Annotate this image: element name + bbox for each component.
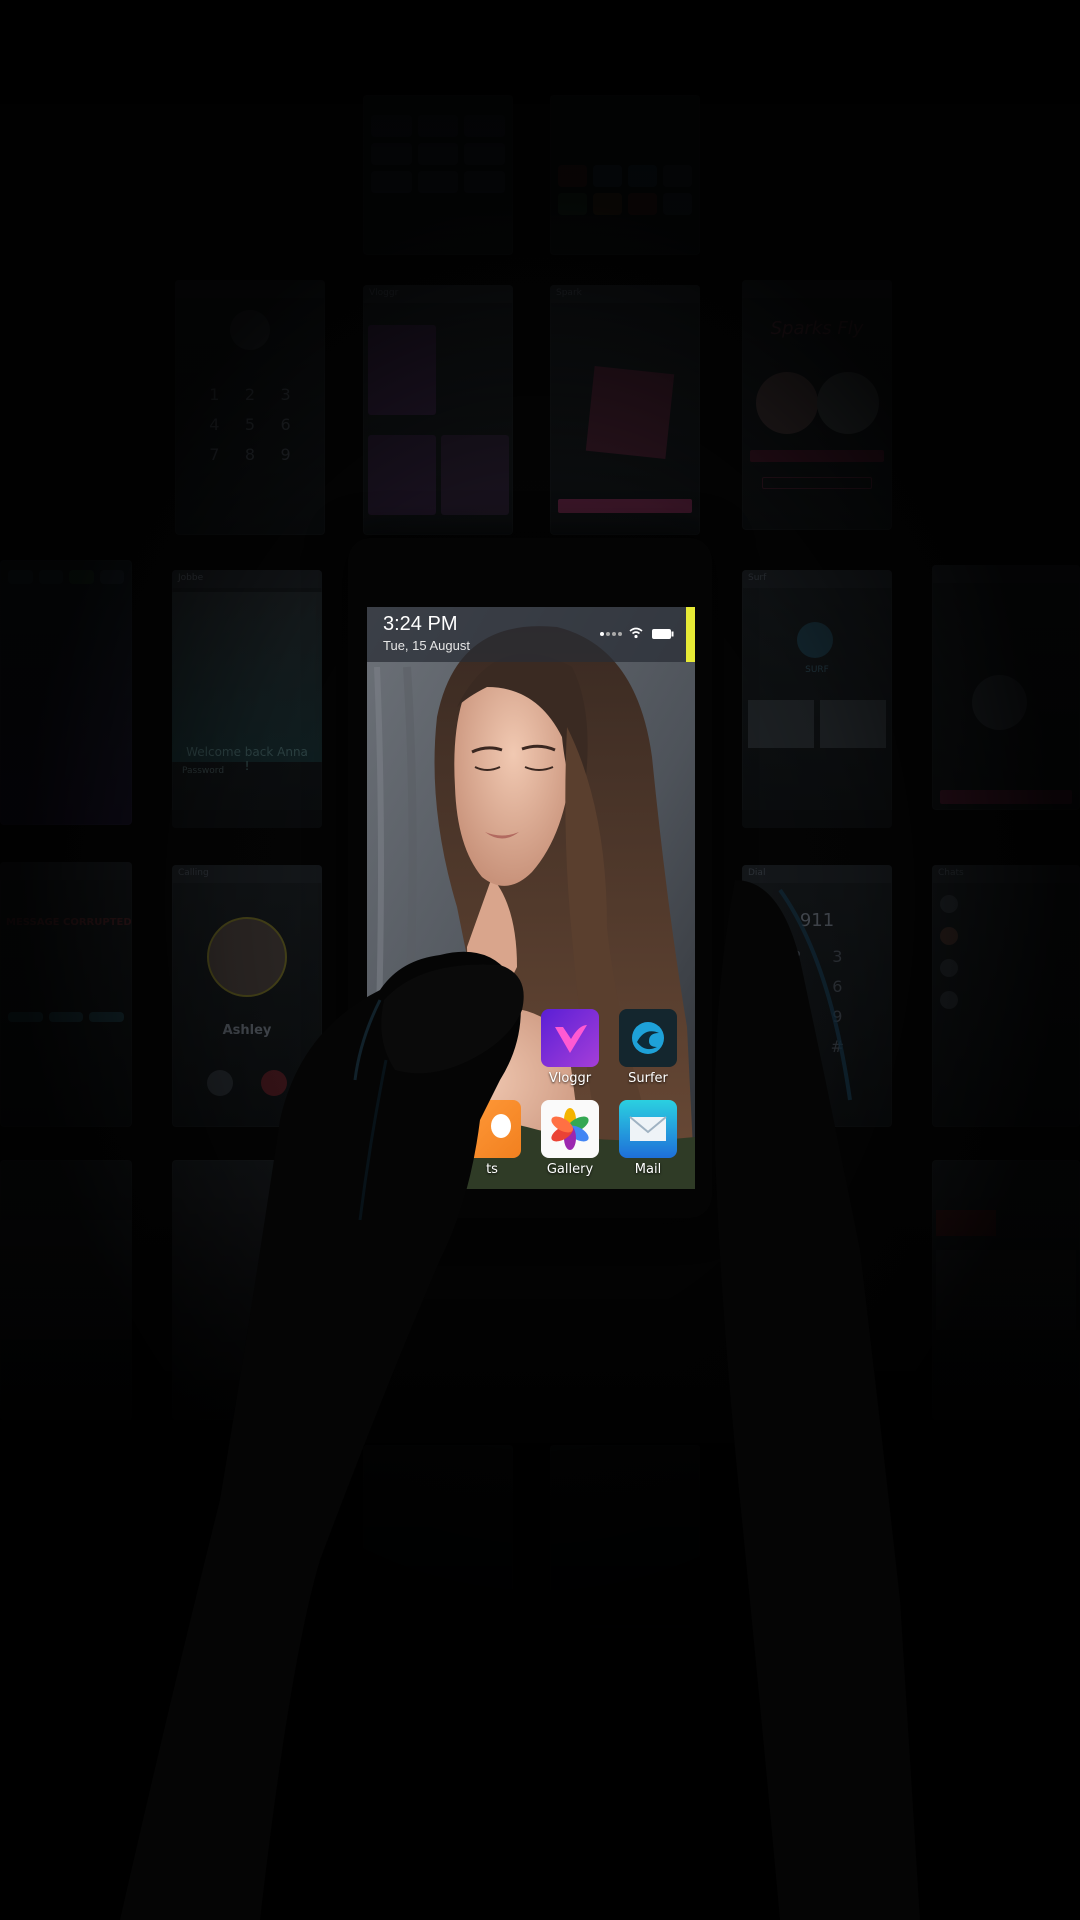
chats-bubble-icon: [463, 1100, 521, 1158]
bg-screen-sparks-fly: Sparks Fly: [742, 280, 892, 530]
bg-surf-logo: SURF: [805, 665, 829, 675]
bg-jobbe-title: Jobbe: [172, 570, 322, 588]
bg-screen-keypad: 1 2 3 4 5 6 7 8 9: [175, 280, 325, 535]
bg-screen-chat-list: [0, 560, 132, 825]
app-spark-label: Sp: [405, 1071, 423, 1086]
app-gallery-label: Gallery: [546, 1162, 594, 1177]
bg-screen-row5-2: [550, 1445, 700, 1695]
bg-dial-row-2: 5 6: [791, 977, 843, 996]
bg-calling-title: Calling: [172, 865, 322, 883]
bg-chats-title: Chats: [932, 865, 1080, 883]
phone-home-screen: 3:24 PM Tue, 15 August Sp Vloggr Surfer …: [367, 607, 695, 1189]
bg-screen-spark-camera: Spark: [550, 285, 700, 535]
bg-screen-chats: Chats: [932, 865, 1080, 1127]
accent-strip: [686, 607, 695, 662]
bg-dial-row-1: 2 3: [791, 947, 843, 966]
bg-screen-dial: Dial 911 2 3 5 6 8 9 0 #: [742, 865, 892, 1127]
bg-screen-top-1: [363, 95, 513, 255]
bg-dial-row-4: 0 #: [789, 1037, 845, 1056]
bg-screen-row4-2: [172, 1160, 322, 1420]
spark-heart-icon: [385, 1009, 443, 1067]
bg-screen-corrupted: MESSAGE CORRUPTED: [0, 862, 132, 1127]
bg-screen-row4-3: [932, 1160, 1080, 1420]
gallery-flower-icon: [541, 1100, 599, 1158]
bg-screen-surf: Surf SURF: [742, 570, 892, 828]
bg-spark-title: Spark: [550, 285, 700, 303]
bg-sparks-fly-text: Sparks Fly: [770, 318, 864, 339]
app-gallery[interactable]: Gallery: [535, 1100, 605, 1177]
bg-surf-title: Surf: [742, 570, 892, 588]
bg-screen-top-2: [550, 95, 700, 255]
bg-calling-name: Ashley: [222, 1023, 272, 1038]
bg-dial-row-3: 8 9: [791, 1007, 843, 1026]
bg-screen-row4-1: [0, 1160, 132, 1420]
bg-dial-number: 911: [799, 910, 835, 931]
app-chats-label: ts: [486, 1162, 498, 1177]
bg-jobbe-password: Password: [182, 766, 225, 776]
app-vloggr[interactable]: Vloggr: [535, 1009, 605, 1086]
bg-screen-calling: Calling Ashley: [172, 865, 322, 1127]
app-spark[interactable]: Sp: [379, 1009, 449, 1086]
app-chats[interactable]: ts: [457, 1100, 527, 1177]
bg-screen-row5-1: [363, 1445, 513, 1695]
vloggr-v-icon: [541, 1009, 599, 1067]
bg-screen-vloggr: Vloggr: [363, 285, 513, 535]
status-bar: 3:24 PM Tue, 15 August: [367, 607, 695, 662]
app-mail-label: Mail: [634, 1162, 662, 1177]
app-surfer[interactable]: Surfer: [613, 1009, 683, 1086]
surfer-wave-icon: [619, 1009, 677, 1067]
wifi-icon: [629, 627, 643, 639]
app-vloggr-label: Vloggr: [548, 1071, 592, 1086]
battery-icon: [652, 629, 674, 639]
bg-dial-title: Dial: [742, 865, 892, 883]
bg-screen-jobbe: Jobbe Welcome back Anna ! Password: [172, 570, 322, 828]
clock-date: Tue, 15 August: [383, 638, 470, 653]
keypad-row-3: 7 8 9: [209, 445, 291, 464]
bg-corrupted-text: MESSAGE CORRUPTED: [6, 917, 132, 928]
app-mail[interactable]: Mail: [613, 1100, 683, 1177]
signal-dots-icon: [600, 632, 622, 636]
bg-screen-spark-right: [932, 565, 1080, 810]
keypad-row-1: 1 2 3: [209, 385, 291, 404]
mail-envelope-icon: [619, 1100, 677, 1158]
keypad-row-2: 4 5 6: [209, 415, 291, 434]
app-surfer-label: Surfer: [628, 1071, 668, 1086]
clock-time: 3:24 PM: [383, 613, 458, 635]
bg-vloggr-title: Vloggr: [363, 285, 513, 303]
